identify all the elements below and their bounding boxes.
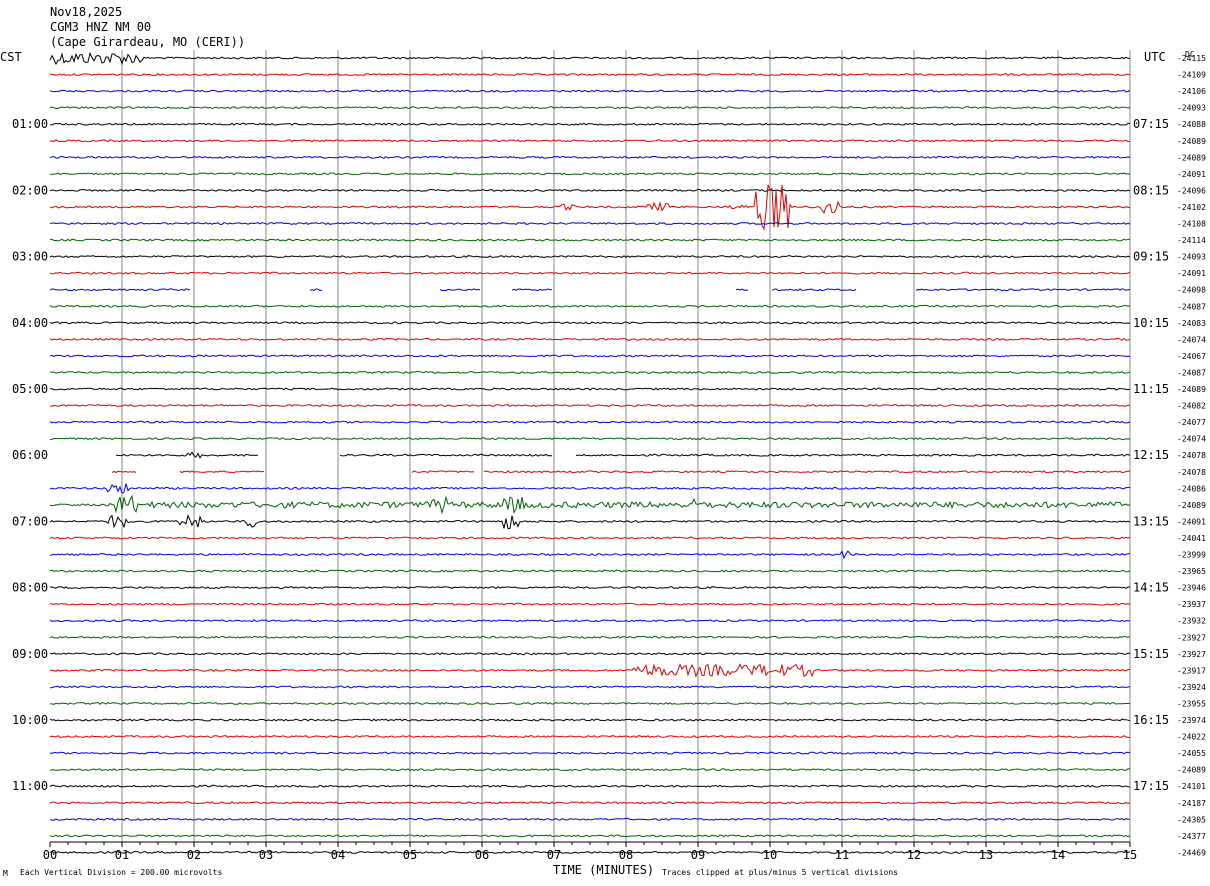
right-hour-label: 17:15 xyxy=(1133,779,1169,793)
x-tick-label: 01 xyxy=(115,848,129,862)
right-hour-label: 07:15 xyxy=(1133,117,1169,131)
row-dc-label: -23946 xyxy=(1177,584,1206,593)
x-tick-label: 07 xyxy=(547,848,561,862)
row-dc-label: -24022 xyxy=(1177,733,1206,742)
header-location: (Cape Girardeau, MO (CERI)) xyxy=(50,35,245,49)
row-dc-label: -24101 xyxy=(1177,782,1206,791)
row-dc-label: -24091 xyxy=(1177,517,1206,526)
left-hour-label: 06:00 xyxy=(12,448,48,462)
right-hour-label: 08:15 xyxy=(1133,183,1169,197)
row-dc-label: -23927 xyxy=(1177,650,1206,659)
left-hour-label: 03:00 xyxy=(12,250,48,264)
header-date: Nov18,2025 xyxy=(50,5,122,19)
x-tick-label: 11 xyxy=(835,848,849,862)
x-tick-label: 06 xyxy=(475,848,489,862)
right-hour-label: 11:15 xyxy=(1133,382,1169,396)
x-tick-label: 13 xyxy=(979,848,993,862)
row-dc-label: -23974 xyxy=(1177,716,1206,725)
right-hour-label: 16:15 xyxy=(1133,713,1169,727)
row-dc-label: -24089 xyxy=(1177,385,1206,394)
row-dc-label: -24377 xyxy=(1177,832,1206,841)
x-tick-label: 00 xyxy=(43,848,57,862)
row-dc-label: -24091 xyxy=(1177,269,1206,278)
x-tick-label: 12 xyxy=(907,848,921,862)
x-tick-label: 04 xyxy=(331,848,345,862)
row-dc-label: -23927 xyxy=(1177,633,1206,642)
row-dc-label: -24089 xyxy=(1177,766,1206,775)
left-hour-label: 05:00 xyxy=(12,382,48,396)
row-dc-label: -24089 xyxy=(1177,153,1206,162)
right-hour-label: 15:15 xyxy=(1133,647,1169,661)
row-dc-label: -24115 xyxy=(1177,54,1206,63)
row-dc-label: -23965 xyxy=(1177,567,1206,576)
left-hour-label: 07:00 xyxy=(12,514,48,528)
row-dc-label: -24082 xyxy=(1177,402,1206,411)
helicorder-chart: Nov18,2025 CGM3 HNZ NM 00 (Cape Girardea… xyxy=(0,0,1210,886)
row-dc-label: -24088 xyxy=(1177,120,1206,129)
row-dc-label: -24089 xyxy=(1177,501,1206,510)
row-dc-label: -24109 xyxy=(1177,71,1206,80)
x-tick-label: 08 xyxy=(619,848,633,862)
left-hour-label: 04:00 xyxy=(12,316,48,330)
row-dc-label: -24086 xyxy=(1177,484,1206,493)
left-timezone-label: CST xyxy=(0,50,22,64)
row-dc-label: -24091 xyxy=(1177,170,1206,179)
row-dc-label: -24074 xyxy=(1177,335,1206,344)
x-tick-label: 02 xyxy=(187,848,201,862)
row-dc-label: -24067 xyxy=(1177,352,1206,361)
corner-mark: M xyxy=(3,869,8,878)
x-tick-label: 10 xyxy=(763,848,777,862)
row-dc-label: -24077 xyxy=(1177,418,1206,427)
header-station: CGM3 HNZ NM 00 xyxy=(50,20,151,34)
row-dc-label: -23932 xyxy=(1177,617,1206,626)
x-tick-label: 03 xyxy=(259,848,273,862)
right-hour-label: 14:15 xyxy=(1133,581,1169,595)
row-dc-label: -24093 xyxy=(1177,104,1206,113)
row-dc-label: -24108 xyxy=(1177,220,1206,229)
row-dc-label: -23955 xyxy=(1177,700,1206,709)
right-timezone-label: UTC xyxy=(1144,50,1166,64)
row-dc-label: -23937 xyxy=(1177,600,1206,609)
row-dc-label: -24187 xyxy=(1177,799,1206,808)
row-dc-label: -24078 xyxy=(1177,451,1206,460)
x-tick-label: 09 xyxy=(691,848,705,862)
row-dc-label: -24469 xyxy=(1177,848,1206,857)
row-dc-label: -24083 xyxy=(1177,319,1206,328)
row-dc-label: -23917 xyxy=(1177,666,1206,675)
row-dc-label: -24041 xyxy=(1177,534,1206,543)
left-hour-label: 10:00 xyxy=(12,713,48,727)
left-hour-label: 09:00 xyxy=(12,647,48,661)
row-dc-label: -24093 xyxy=(1177,253,1206,262)
row-dc-label: -23999 xyxy=(1177,551,1206,560)
right-hour-label: 13:15 xyxy=(1133,514,1169,528)
row-dc-label: -24055 xyxy=(1177,749,1206,758)
row-dc-label: -24087 xyxy=(1177,368,1206,377)
row-dc-label: -24074 xyxy=(1177,435,1206,444)
row-dc-label: -24102 xyxy=(1177,203,1206,212)
row-dc-labels: -24115 -24109 -24106 -24093 -24088 -24089 -240… xyxy=(1177,54,1206,857)
x-tick-label: 05 xyxy=(403,848,417,862)
row-dc-label: -24098 xyxy=(1177,286,1206,295)
right-hour-label: 12:15 xyxy=(1133,448,1169,462)
right-hour-label: 09:15 xyxy=(1133,250,1169,264)
row-dc-label: -24096 xyxy=(1177,186,1206,195)
left-hour-label: 08:00 xyxy=(12,581,48,595)
row-dc-label: -23924 xyxy=(1177,683,1206,692)
clip-note: Traces clipped at plus/minus 5 vertical … xyxy=(662,868,898,877)
right-hour-label: 10:15 xyxy=(1133,316,1169,330)
row-dc-label: -24089 xyxy=(1177,137,1206,146)
x-tick-label: 15 xyxy=(1123,848,1137,862)
scale-note: Each Vertical Division = 200.00 microvol… xyxy=(20,868,222,877)
row-dc-label: -24087 xyxy=(1177,302,1206,311)
row-dc-label: -24106 xyxy=(1177,87,1206,96)
x-tick-label: 14 xyxy=(1051,848,1065,862)
x-axis-title: TIME (MINUTES) xyxy=(553,863,654,877)
left-hour-label: 11:00 xyxy=(12,779,48,793)
row-dc-label: -24114 xyxy=(1177,236,1206,245)
left-hour-label: 02:00 xyxy=(12,183,48,197)
row-dc-label: -24305 xyxy=(1177,815,1206,824)
row-dc-label: -24078 xyxy=(1177,468,1206,477)
left-hour-label: 01:00 xyxy=(12,117,48,131)
